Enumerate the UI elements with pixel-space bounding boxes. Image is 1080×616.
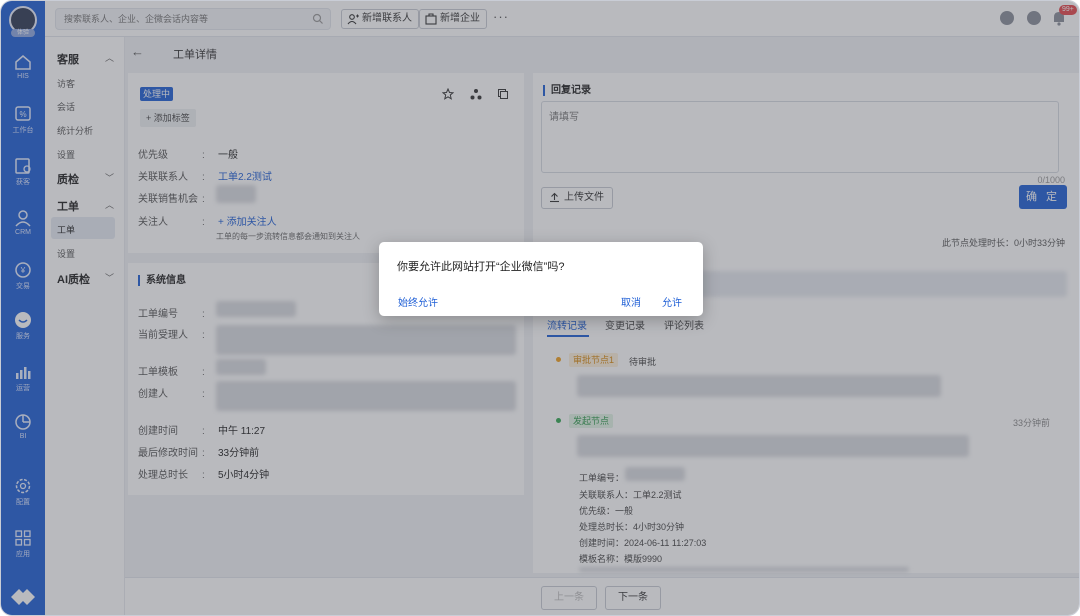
allow-button[interactable]: 允许 xyxy=(662,294,682,309)
always-allow-button[interactable]: 始终允许 xyxy=(398,294,438,309)
dialog-message: 你要允许此网站打开“企业微信”吗? xyxy=(397,261,565,273)
cancel-button[interactable]: 取消 xyxy=(621,294,641,309)
app-window: 体验 HIS % 工作台 获客 CRM ¥ 交易 服务 运营 BI 配置 应用 … xyxy=(0,0,1080,616)
open-app-dialog: 你要允许此网站打开“企业微信”吗? 始终允许 取消 允许 xyxy=(379,242,703,316)
